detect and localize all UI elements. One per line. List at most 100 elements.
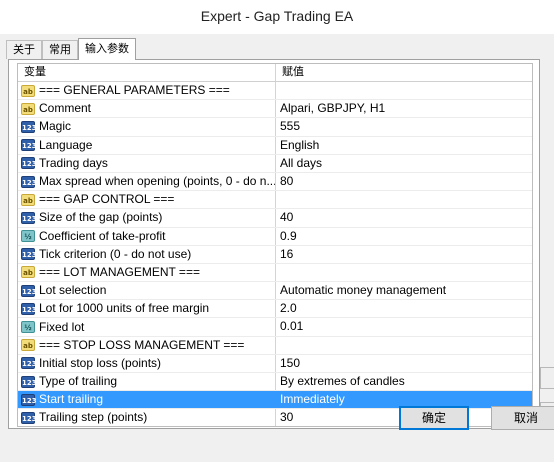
integer-param-icon: 123	[21, 411, 37, 424]
parameter-row[interactable]: 123 Language English	[18, 136, 532, 155]
tab-common[interactable]: 常用	[42, 40, 78, 59]
parameter-name-cell[interactable]: 123 Tick criterion (0 - do not use)	[18, 245, 276, 263]
parameter-row[interactable]: 123 Trading days All days	[18, 154, 532, 173]
parameter-value[interactable]: 150	[276, 355, 532, 372]
parameter-value[interactable]	[276, 337, 532, 354]
parameter-value[interactable]: 0.01	[276, 318, 532, 335]
parameter-row[interactable]: 123 Tick criterion (0 - do not use) 16	[18, 245, 532, 264]
integer-param-icon: 123	[21, 357, 37, 370]
parameter-name: Coefficient of take-profit	[39, 228, 166, 243]
parameter-name-cell[interactable]: 123 Lot selection	[18, 282, 276, 300]
parameter-name-cell[interactable]: ab === GAP CONTROL ===	[18, 191, 276, 209]
parameter-name: Max spread when opening (points, 0 - do …	[39, 174, 276, 189]
inputs-panel: 变量 赋值 ab === GENERAL PARAMETERS === ab Comm…	[8, 59, 540, 429]
parameter-name: Fixed lot	[39, 319, 85, 334]
parameter-value[interactable]	[276, 191, 532, 208]
side-button-top[interactable]	[540, 367, 554, 389]
cancel-button[interactable]: 取消	[491, 406, 554, 430]
parameter-name-cell[interactable]: 123 Size of the gap (points)	[18, 209, 276, 227]
integer-param-icon: 123	[21, 139, 37, 152]
integer-param-icon: 123	[21, 120, 37, 133]
parameter-value[interactable]: 2.0	[276, 300, 532, 317]
parameter-value[interactable]: 555	[276, 118, 532, 135]
string-param-icon: ab	[21, 84, 35, 97]
parameter-value[interactable]	[276, 264, 532, 281]
parameter-name-cell[interactable]: ab === LOT MANAGEMENT ===	[18, 263, 276, 282]
integer-param-icon: 123	[21, 375, 37, 388]
parameter-name-cell[interactable]: ab Comment	[18, 100, 276, 118]
parameter-name-cell[interactable]: 123 Max spread when opening (points, 0 - …	[18, 172, 276, 191]
parameter-row[interactable]: ab Comment Alpari, GBPJPY, H1	[18, 100, 532, 119]
integer-param-icon: 123	[21, 393, 37, 406]
parameter-name-cell[interactable]: 123 Type of trailing	[18, 373, 276, 391]
parameter-name: === STOP LOSS MANAGEMENT ===	[39, 337, 245, 352]
parameter-name-cell[interactable]: 123 Trailing step (points)	[18, 409, 276, 426]
parameter-name-cell[interactable]: ½ Fixed lot	[18, 318, 276, 336]
parameter-value[interactable]: Alpari, GBPJPY, H1	[276, 100, 532, 117]
parameter-name: Trailing step (points)	[39, 410, 148, 425]
string-param-icon: ab	[21, 266, 35, 279]
column-header-value[interactable]: 赋值	[276, 64, 532, 81]
parameter-value[interactable]	[276, 82, 532, 99]
parameter-name: Comment	[39, 101, 92, 116]
parameter-name-cell[interactable]: 123 Trading days	[18, 154, 276, 172]
parameter-row[interactable]: 123 Initial stop loss (points) 150	[18, 354, 532, 373]
parameter-value[interactable]: 40	[276, 209, 532, 226]
parameter-row[interactable]: ab === LOT MANAGEMENT ===	[18, 263, 532, 283]
parameter-value[interactable]: 0.9	[276, 228, 532, 245]
parameter-row[interactable]: ab === GAP CONTROL ===	[18, 191, 532, 210]
parameter-name: Start trailing	[39, 392, 104, 407]
parameter-name-cell[interactable]: 123 Start trailing	[18, 391, 276, 409]
parameter-name: Lot for 1000 units of free margin	[39, 301, 210, 316]
integer-param-icon: 123	[21, 157, 37, 170]
parameter-value[interactable]: By extremes of candles	[276, 373, 532, 390]
parameter-row[interactable]: ab === STOP LOSS MANAGEMENT ===	[18, 336, 532, 355]
parameters-grid: 变量 赋值 ab === GENERAL PARAMETERS === ab Comm…	[17, 63, 533, 427]
parameter-name: Magic	[39, 119, 72, 134]
integer-param-icon: 123	[21, 302, 37, 315]
parameter-name-cell[interactable]: ½ Coefficient of take-profit	[18, 227, 276, 245]
integer-param-icon: 123	[21, 175, 37, 188]
parameter-value[interactable]: All days	[276, 155, 532, 172]
parameter-value[interactable]: 80	[276, 173, 532, 190]
parameter-name: === GENERAL PARAMETERS ===	[39, 83, 230, 98]
parameter-name: Tick criterion (0 - do not use)	[39, 246, 192, 261]
string-param-icon: ab	[21, 339, 35, 352]
integer-param-icon: 123	[21, 284, 37, 297]
parameter-name: Type of trailing	[39, 374, 118, 389]
parameter-row[interactable]: 123 Type of trailing By extremes of candle…	[18, 373, 532, 392]
parameter-name-cell[interactable]: ab === STOP LOSS MANAGEMENT ===	[18, 336, 276, 354]
parameter-name-cell[interactable]: 123 Language	[18, 136, 276, 154]
parameter-name: === LOT MANAGEMENT ===	[39, 264, 200, 279]
parameter-name-cell[interactable]: 123 Lot for 1000 units of free margin	[18, 300, 276, 318]
double-param-icon: ½	[21, 230, 35, 243]
grid-header: 变量 赋值	[18, 64, 532, 82]
parameter-row[interactable]: ab === GENERAL PARAMETERS ===	[18, 82, 532, 101]
parameter-row[interactable]: 123 Magic 555	[18, 118, 532, 137]
parameter-row[interactable]: 123 Size of the gap (points) 40	[18, 209, 532, 228]
parameter-row[interactable]: 123 Lot selection Automatic money manageme…	[18, 282, 532, 301]
ok-button[interactable]: 确定	[399, 406, 469, 430]
column-header-variable[interactable]: 变量	[18, 64, 276, 81]
tab-about[interactable]: 关于	[6, 40, 42, 59]
parameter-value[interactable]: Automatic money management	[276, 282, 532, 299]
dialog-body: 关于 常用 输入参数 变量 赋值 ab === GENERAL PARAMETER…	[0, 34, 554, 462]
parameter-name: Initial stop loss (points)	[39, 355, 162, 370]
parameter-name-cell[interactable]: 123 Initial stop loss (points)	[18, 354, 276, 372]
parameter-row[interactable]: ½ Fixed lot 0.01	[18, 318, 532, 337]
integer-param-icon: 123	[21, 248, 37, 261]
parameter-row[interactable]: 123 Lot for 1000 units of free margin 2.0	[18, 300, 532, 319]
parameter-name: Trading days	[39, 155, 108, 170]
parameter-name-cell[interactable]: ab === GENERAL PARAMETERS ===	[18, 82, 276, 100]
parameter-name: Lot selection	[39, 283, 107, 298]
parameter-value[interactable]: 16	[276, 246, 532, 263]
parameter-row[interactable]: ½ Coefficient of take-profit 0.9	[18, 227, 532, 246]
window-title: Expert - Gap Trading EA	[0, 0, 554, 34]
parameter-name: Language	[39, 137, 93, 152]
tab-inputs[interactable]: 输入参数	[78, 38, 136, 60]
parameter-value[interactable]: English	[276, 137, 532, 154]
parameter-name-cell[interactable]: 123 Magic	[18, 118, 276, 136]
parameter-row[interactable]: 123 Max spread when opening (points, 0 - …	[18, 172, 532, 192]
string-param-icon: ab	[21, 193, 35, 206]
parameter-name: Size of the gap (points)	[39, 210, 163, 225]
